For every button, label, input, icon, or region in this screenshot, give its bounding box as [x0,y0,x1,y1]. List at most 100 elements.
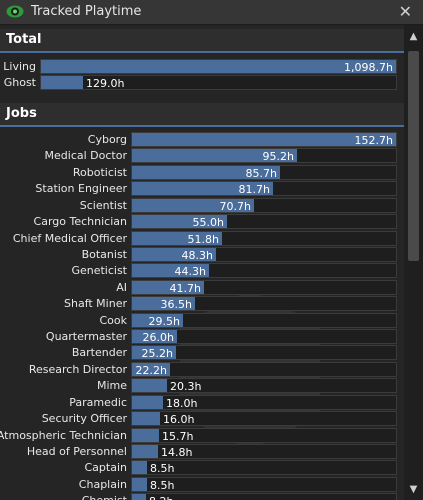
jobs-row-value: 8.5h [150,478,175,492]
total-row-bar: 1,098.7h [40,59,397,74]
jobs-row-value: 15.7h [162,429,194,443]
jobs-row: Research Director 22.2h [29,361,397,377]
scroll-up-icon[interactable]: ▲ [404,30,423,44]
jobs-row-label: Shaft Miner [64,297,127,311]
jobs-row-value: 29.5h [148,314,180,328]
jobs-row-bar: 36.5h [131,296,397,312]
jobs-row-label: Atmospheric Technician [0,428,127,442]
jobs-row-bar: 85.7h [131,164,397,180]
jobs-row-label: Bartender [71,346,127,360]
jobs-row-label: Botanist [81,247,127,261]
jobs-row-label: Cargo Technician [33,215,127,229]
jobs-row-value: 70.7h [219,199,251,213]
jobs-row-label: Chief Medical Officer [12,231,127,245]
jobs-row-label: Mime [96,379,127,393]
jobs-row-value: 26.0h [142,331,174,345]
jobs-row: Bartender 25.2h [72,345,397,361]
jobs-row-label: Security Officer [41,412,127,426]
jobs-row: Captain 8.5h [85,460,397,476]
jobs-row-value: 152.7h [354,134,393,147]
jobs-row-bar: 25.2h [131,345,397,361]
jobs-row-fill [132,461,147,475]
jobs-row-value: 14.8h [161,445,193,459]
scroll-thumb[interactable] [408,51,419,261]
jobs-row-label: Cyborg [87,133,127,146]
jobs-row-value: 44.3h [174,265,206,279]
jobs-row: Chaplain 8.5h [79,476,397,492]
jobs-row-bar: 22.2h [131,361,397,377]
jobs-row-value: 85.7h [245,166,277,180]
jobs-row-bar: 8.5h [131,476,397,492]
jobs-row-bar: 20.3h [131,378,397,394]
jobs-row-fill [132,477,147,491]
jobs-row-label: Research Director [28,362,127,376]
total-row-value: 129.0h [86,77,125,90]
jobs-row-value: 55.0h [192,216,224,230]
jobs-row: Head of Personnel 14.8h [27,443,397,459]
jobs-row-bar: 51.8h [131,230,397,246]
jobs-row: Scientist 70.7h [80,197,397,213]
total-row-fill [41,76,83,89]
jobs-row-label: Chaplain [78,477,127,491]
jobs-row: Station Engineer 81.7h [35,181,397,197]
jobs-row: Cargo Technician 55.0h [34,214,397,230]
jobs-row-label: Paramedic [69,395,127,409]
jobs-row-bar: 152.7h [131,132,397,147]
jobs-row-fill [132,379,167,393]
vertical-scrollbar[interactable]: ▲ ▼ [404,25,423,500]
window-title: Tracked Playtime [31,4,142,19]
jobs-row-bar: 48.3h [131,246,397,262]
jobs-row: Quartermaster 26.0h [46,329,397,345]
playtime-content[interactable]: Total Jobs Living 1,098.7h Ghost 129.0h Cybo… [0,25,404,500]
jobs-row-bar: 26.0h [131,329,397,345]
jobs-row-bar: 81.7h [131,181,397,197]
jobs-row: Cook 29.5h [99,312,397,328]
title-bar: Tracked Playtime ✕ [0,0,423,25]
jobs-row: Roboticist 85.7h [73,164,397,180]
jobs-row-label: Station Engineer [35,182,127,196]
jobs-row-label: Chemist [82,494,127,500]
close-icon[interactable]: ✕ [399,2,412,21]
total-row: Ghost 129.0h [4,75,397,90]
jobs-row-bar: 41.7h [131,279,397,295]
jobs-row-label: Geneticist [71,264,127,278]
jobs-row: Chief Medical Officer 51.8h [13,230,397,246]
total-row-bar: 129.0h [40,75,397,90]
jobs-row-value: 95.2h [262,150,294,164]
jobs-row-value: 16.0h [163,413,195,427]
jobs-row-label: Cook [99,313,127,327]
jobs-row-value: 22.2h [135,363,167,377]
jobs-row: AI 41.7h [116,279,397,295]
jobs-row: Mime 20.3h [97,378,397,394]
jobs-row-bar: 29.5h [131,312,397,328]
jobs-row-label: Medical Doctor [44,149,127,163]
jobs-row-bar: 44.3h [131,263,397,279]
jobs-row-label: Scientist [79,198,127,212]
jobs-row-bar: 8.5h [131,460,397,476]
jobs-row: Shaft Miner 36.5h [64,296,397,312]
jobs-row-bar: 15.7h [131,427,397,443]
jobs-row-label: Quartermaster [45,330,127,344]
scroll-down-icon[interactable]: ▼ [404,483,423,497]
jobs-header: Jobs [0,103,404,127]
jobs-row: Security Officer 16.0h [42,411,397,427]
total-row-fill [41,60,396,73]
jobs-row-value: 25.2h [141,347,173,361]
jobs-row-bar: 70.7h [131,197,397,213]
jobs-row-value: 48.3h [181,248,213,262]
jobs-row-value: 20.3h [170,380,202,394]
total-row-label: Living [3,60,36,73]
jobs-row-label: Head of Personnel [26,444,127,458]
jobs-row: Medical Doctor 95.2h [45,148,397,164]
jobs-row-bar: 16.0h [131,411,397,427]
jobs-row: Botanist 48.3h [82,246,397,262]
total-row-value: 1,098.7h [344,61,393,74]
jobs-row-bar: 8.2h [131,493,397,500]
jobs-row-fill [132,428,159,442]
jobs-row-label: Roboticist [72,165,127,179]
eye-icon [6,5,24,18]
total-heading: Total [6,32,42,47]
jobs-heading: Jobs [6,106,37,121]
jobs-row-bar: 18.0h [131,394,397,410]
jobs-row-fill [132,395,163,409]
